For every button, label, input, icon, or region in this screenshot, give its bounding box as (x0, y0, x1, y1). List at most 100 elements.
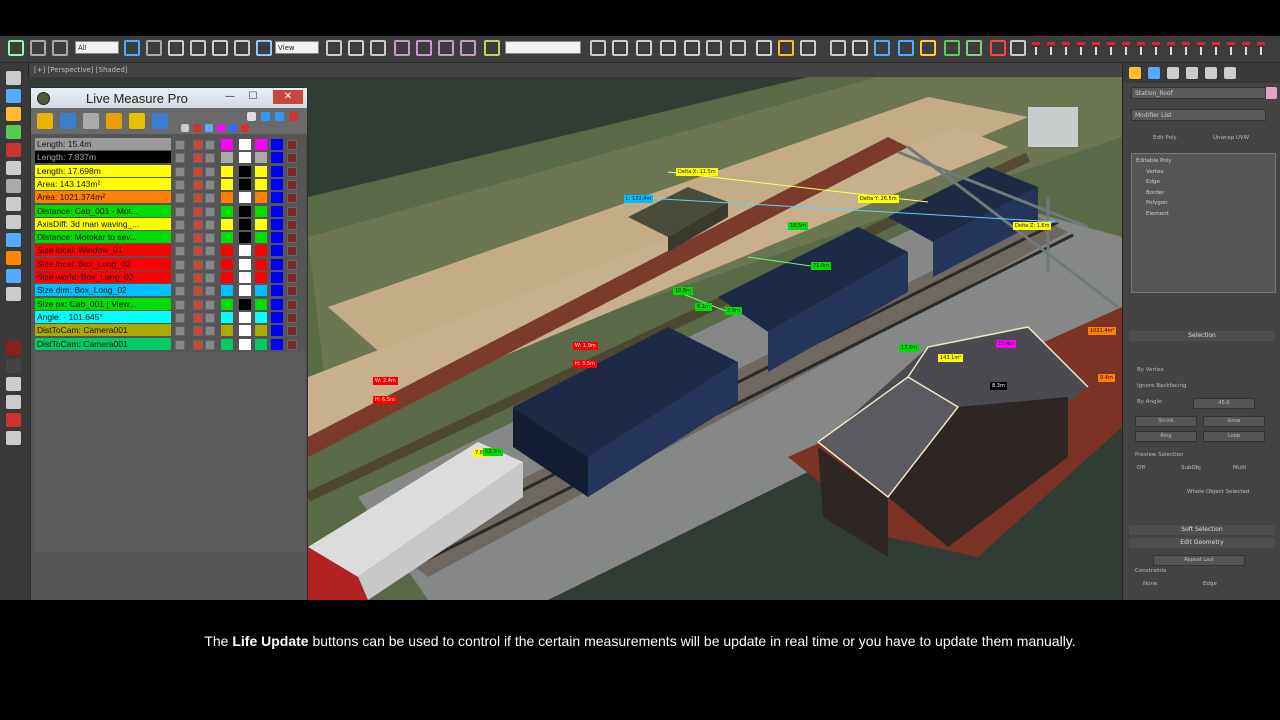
helpers-icon[interactable] (6, 251, 21, 265)
select-manipulate-icon[interactable] (348, 40, 364, 56)
pin-toggle[interactable] (205, 286, 215, 297)
asset-tracking-icon[interactable] (898, 40, 914, 56)
keyframe-bookmark-icon[interactable] (1165, 40, 1178, 56)
color-swatch[interactable] (221, 311, 233, 323)
by-angle-spinner[interactable]: 45.0 (1193, 398, 1255, 409)
color-swatch[interactable] (255, 178, 267, 190)
pin-toggle[interactable] (205, 299, 215, 310)
loop-button[interactable]: Loop (1203, 431, 1265, 442)
list-view-icon[interactable] (247, 112, 256, 121)
pin-toggle[interactable] (205, 246, 215, 257)
life-update-toggle[interactable] (193, 140, 203, 150)
color-swatch[interactable] (239, 139, 251, 150)
named-selection-dropdown[interactable] (505, 41, 581, 54)
color-swatch[interactable] (271, 139, 283, 150)
color-swatch[interactable] (255, 165, 267, 177)
pin-toggle[interactable] (205, 153, 215, 164)
preview-subobj-radio[interactable]: SubObj (1181, 465, 1201, 471)
eye-icon[interactable] (181, 124, 189, 132)
color-swatch[interactable] (271, 192, 283, 204)
motion-tab-icon[interactable] (1186, 67, 1198, 79)
color-swatch[interactable] (255, 152, 267, 164)
keyframe-bookmark-icon[interactable] (1210, 40, 1223, 56)
viewport-label[interactable]: [+] [Perspective] [Shaded] (34, 66, 128, 74)
select-scale-icon[interactable] (256, 40, 272, 56)
color-swatch[interactable] (255, 139, 267, 150)
pin-toggle[interactable] (205, 166, 215, 177)
color-swatch[interactable] (221, 285, 233, 297)
tool-b-icon[interactable] (6, 395, 21, 409)
color-swatch[interactable] (239, 298, 251, 310)
align-icon[interactable] (612, 40, 628, 56)
keyframe-bookmark-icon[interactable] (1105, 40, 1118, 56)
color-icon[interactable] (217, 124, 225, 132)
visibility-toggle[interactable] (175, 140, 185, 150)
pin-toggle[interactable] (205, 326, 215, 337)
keyframe-bookmark-icon[interactable] (1120, 40, 1133, 56)
keyframe-bookmark-icon[interactable] (1135, 40, 1148, 56)
area-tool-icon[interactable] (60, 113, 76, 129)
color-swatch[interactable] (239, 165, 251, 177)
color-swatch[interactable] (221, 152, 233, 164)
color-swatch[interactable] (221, 218, 233, 230)
color-swatch[interactable] (255, 325, 267, 337)
modifier-stack[interactable]: Editable Poly Vertex Edge Border Polygon Elem… (1131, 153, 1276, 293)
visibility-toggle[interactable] (175, 233, 185, 244)
stack-subobject-level[interactable]: Vertex (1146, 169, 1164, 175)
life-update-toggle[interactable] (193, 166, 203, 177)
color-swatch[interactable] (221, 338, 233, 350)
delete-measure-icon[interactable] (287, 219, 297, 230)
color-swatch[interactable] (255, 258, 267, 270)
select-move-icon[interactable] (212, 40, 228, 56)
color-swatch[interactable] (255, 298, 267, 310)
color-swatch[interactable] (255, 272, 267, 283)
life-update-toggle[interactable] (193, 339, 203, 350)
delete-measure-icon[interactable] (287, 286, 297, 297)
display-tab-icon[interactable] (1205, 67, 1217, 79)
lights-icon[interactable] (6, 215, 21, 229)
ignore-backfacing-checkbox[interactable]: Ignore Backfacing (1137, 383, 1186, 389)
color-swatch[interactable] (221, 178, 233, 190)
angle-snap-icon[interactable] (416, 40, 432, 56)
keyframe-bookmark-icon[interactable] (1150, 40, 1163, 56)
delete-measure-icon[interactable] (287, 312, 297, 323)
pin-toggle[interactable] (205, 140, 215, 150)
life-update-toggle[interactable] (193, 273, 203, 283)
warps-icon[interactable] (6, 269, 21, 283)
life-update-toggle[interactable] (193, 286, 203, 297)
grow-button[interactable]: Grow (1203, 416, 1265, 427)
constraint-edge-radio[interactable]: Edge (1203, 581, 1217, 587)
stack-subobject-level[interactable]: Border (1146, 190, 1164, 196)
close-button[interactable]: ✕ (273, 90, 303, 104)
stack-subobject-level[interactable]: Edge (1146, 179, 1160, 185)
modifier-tab-edit-poly[interactable]: Edit Poly (1153, 135, 1177, 141)
visibility-toggle[interactable] (175, 206, 185, 217)
color-swatch[interactable] (271, 258, 283, 270)
delete-measure-icon[interactable] (287, 179, 297, 190)
visibility-toggle[interactable] (175, 326, 185, 337)
visibility-toggle[interactable] (175, 166, 185, 177)
modify-tab-icon[interactable] (1148, 67, 1160, 79)
geometry-icon[interactable] (6, 179, 21, 193)
color-swatch[interactable] (221, 165, 233, 177)
delete-measure-icon[interactable] (287, 206, 297, 217)
color-swatch[interactable] (255, 232, 267, 244)
tool-d-icon[interactable] (6, 431, 21, 445)
repeat-last-button[interactable]: Repeat Last (1153, 555, 1245, 566)
layer-manager-icon[interactable] (636, 40, 652, 56)
life-update-toggle[interactable] (193, 219, 203, 230)
color-swatch[interactable] (221, 205, 233, 217)
delete-measure-icon[interactable] (287, 326, 297, 337)
color-swatch[interactable] (271, 325, 283, 337)
cameras-icon[interactable] (6, 233, 21, 247)
color-swatch[interactable] (221, 325, 233, 337)
color-swatch[interactable] (239, 192, 251, 204)
keyframe-bookmark-icon[interactable] (1030, 40, 1043, 56)
delete-measure-icon[interactable] (287, 273, 297, 283)
keyframe-bookmark-icon[interactable] (1240, 40, 1253, 56)
ring-button[interactable]: Ring (1135, 431, 1197, 442)
create-tab-icon[interactable] (1129, 67, 1141, 79)
color-swatch[interactable] (271, 245, 283, 257)
color-swatch[interactable] (239, 245, 251, 257)
link-icon[interactable] (8, 40, 24, 56)
